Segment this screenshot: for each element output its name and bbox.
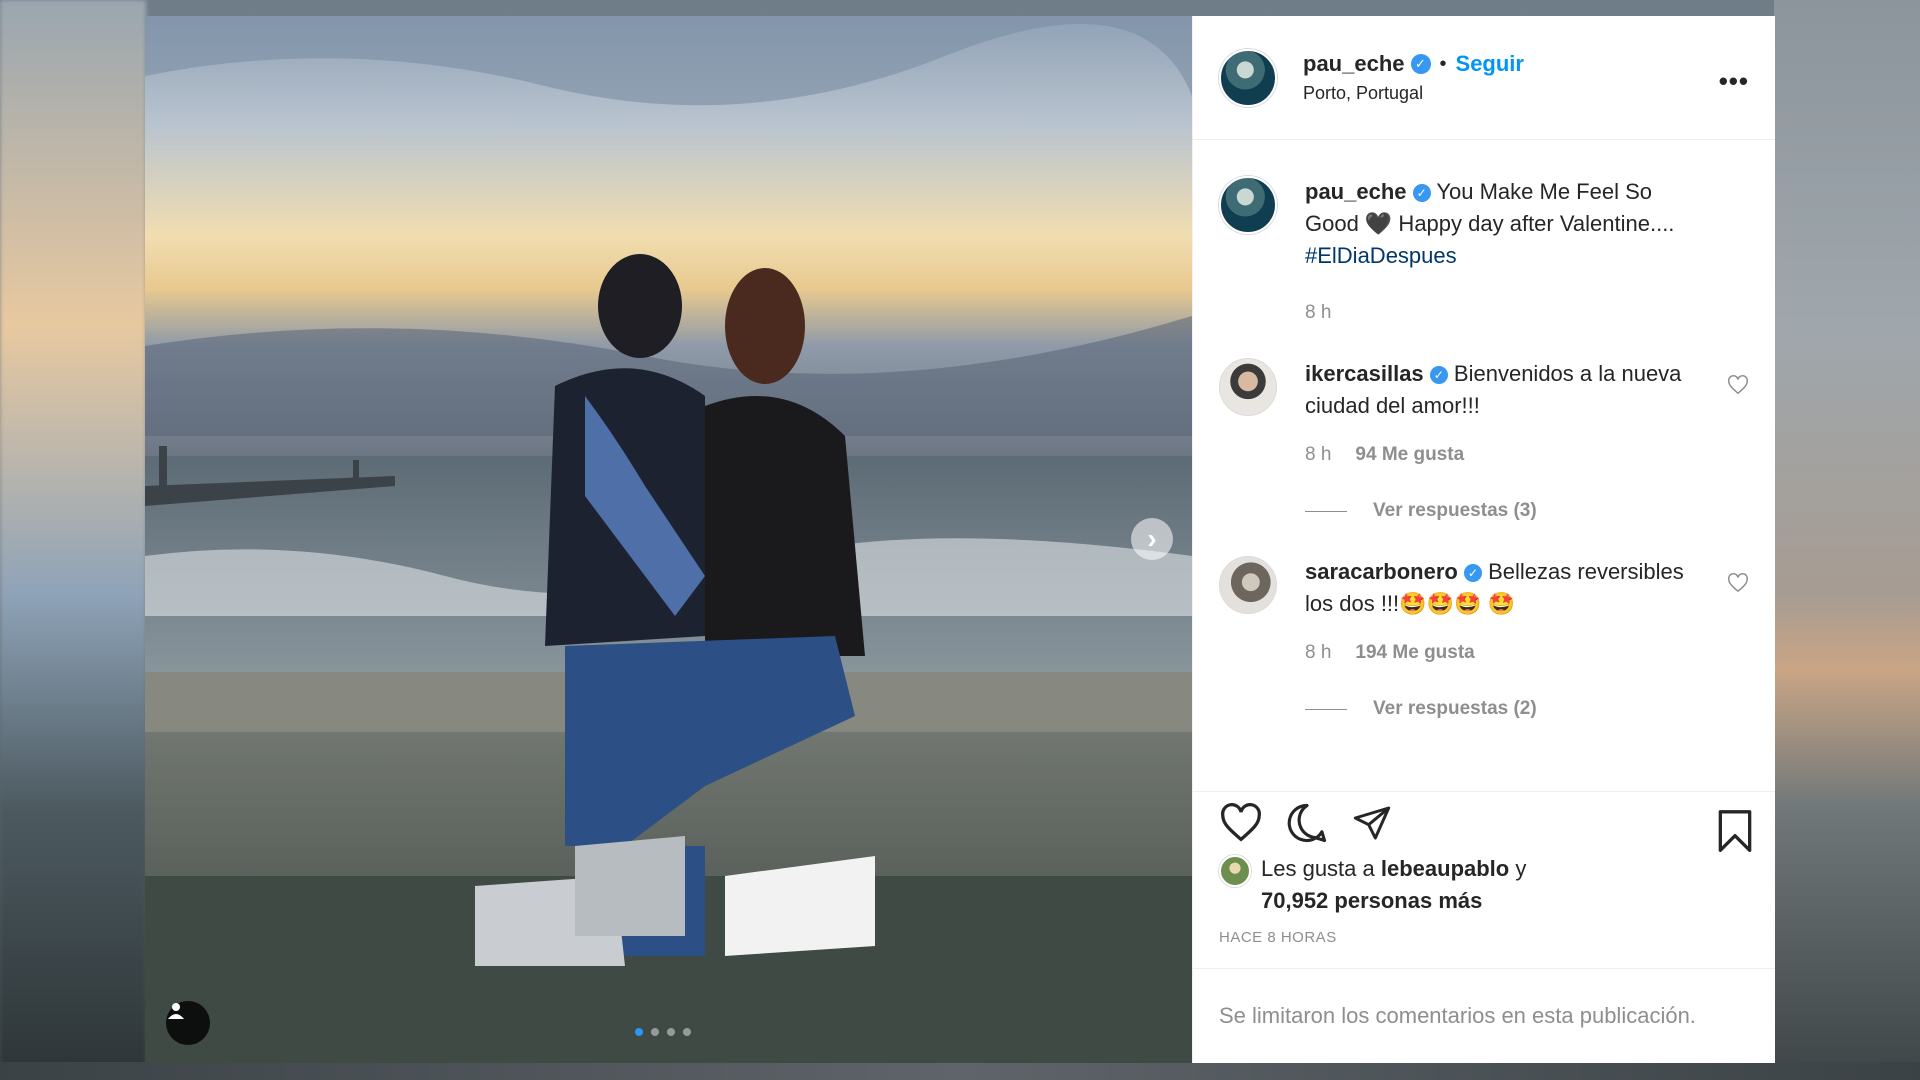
comment-likes[interactable]: 194 Me gusta — [1355, 642, 1474, 664]
replies-line — [1305, 510, 1347, 512]
verified-badge-icon: ✓ — [1410, 54, 1431, 74]
post-photo[interactable]: › — [145, 16, 1192, 1063]
next-photo-button[interactable]: › — [1131, 518, 1173, 560]
bottom-strip — [0, 1062, 1920, 1080]
header-text: pau_eche ✓ • Seguir Porto, Portugal — [1303, 51, 1524, 104]
comment-meta: 8 h 194 Me gusta — [1305, 642, 1705, 664]
replies-line — [1305, 708, 1347, 710]
username-row: pau_eche ✓ • Seguir — [1303, 51, 1524, 77]
avatar[interactable] — [1219, 855, 1251, 887]
heart-icon[interactable] — [1219, 802, 1263, 843]
verified-badge-icon: ✓ — [1412, 184, 1431, 203]
like-comment-heart-icon[interactable] — [1727, 374, 1749, 396]
comments-section: pau_eche ✓ You Make Me Feel So Good 🖤 Ha… — [1193, 140, 1775, 791]
carousel-indicator — [635, 1028, 691, 1036]
caption-meta: 8 h — [1305, 302, 1705, 324]
comment-likes[interactable]: 94 Me gusta — [1355, 444, 1464, 466]
carousel-dot — [667, 1028, 675, 1036]
action-bar — [1193, 791, 1775, 853]
photo-illustration — [145, 16, 1192, 1063]
hashtag-link[interactable]: #ElDiaDespues — [1305, 243, 1457, 268]
comment-meta: 8 h 94 Me gusta — [1305, 444, 1705, 466]
likes-text: Les gusta a lebeaupablo y 70,952 persona… — [1261, 853, 1526, 917]
user-tag-icon — [168, 1003, 184, 1019]
bookmark-icon[interactable] — [1715, 810, 1755, 854]
comment-time[interactable]: 8 h — [1305, 642, 1331, 664]
follow-button[interactable]: Seguir — [1456, 51, 1524, 77]
likes-count-button[interactable]: 70,952 personas más — [1261, 888, 1482, 913]
comment-time[interactable]: 8 h — [1305, 444, 1331, 466]
comment: saracarbonero ✓ Bellezas reversibles los… — [1219, 556, 1749, 720]
view-replies-button[interactable]: Ver respuestas (3) — [1305, 500, 1705, 522]
caption-time[interactable]: 8 h — [1305, 302, 1331, 324]
avatar[interactable] — [1219, 48, 1277, 107]
avatar[interactable] — [1219, 358, 1277, 416]
comment-username[interactable]: ikercasillas — [1305, 361, 1424, 386]
comments-limited-notice: Se limitaron los comentarios en esta pub… — [1219, 1003, 1696, 1028]
caption-body: pau_eche ✓ You Make Me Feel So Good 🖤 Ha… — [1305, 176, 1705, 324]
view-replies-label: Ver respuestas (3) — [1373, 500, 1537, 521]
view-replies-button[interactable]: Ver respuestas (2) — [1305, 698, 1705, 720]
post-timestamp[interactable]: HACE 8 HORAS — [1193, 917, 1775, 969]
caption-username[interactable]: pau_eche — [1305, 179, 1407, 204]
blurred-backdrop-right — [1774, 0, 1920, 1080]
comment-body: saracarbonero ✓ Bellezas reversibles los… — [1305, 556, 1705, 720]
post-header: pau_eche ✓ • Seguir Porto, Portugal ••• — [1193, 16, 1775, 140]
carousel-dot — [635, 1028, 643, 1036]
more-options-icon[interactable]: ••• — [1719, 66, 1749, 97]
user-tags-button[interactable] — [166, 1001, 210, 1045]
liker-username[interactable]: lebeaupablo — [1381, 856, 1509, 881]
likes-summary: Les gusta a lebeaupablo y 70,952 persona… — [1193, 853, 1775, 917]
comment-body: ikercasillas ✓ Bienvenidos a la nueva ci… — [1305, 358, 1705, 522]
like-comment-heart-icon[interactable] — [1727, 572, 1749, 594]
blurred-backdrop-left — [0, 0, 146, 1080]
comment-icon[interactable] — [1285, 802, 1329, 844]
verified-badge-icon: ✓ — [1463, 564, 1482, 583]
comment: ikercasillas ✓ Bienvenidos a la nueva ci… — [1219, 358, 1749, 522]
username-link[interactable]: pau_eche — [1303, 51, 1405, 77]
instagram-post: › pau_eche ✓ • Seguir Porto, Portugal ••… — [145, 16, 1775, 1063]
separator-dot: • — [1439, 52, 1447, 75]
caption: pau_eche ✓ You Make Me Feel So Good 🖤 Ha… — [1219, 176, 1749, 324]
location-link[interactable]: Porto, Portugal — [1303, 83, 1524, 104]
avatar[interactable] — [1219, 176, 1277, 234]
post-side-panel: pau_eche ✓ • Seguir Porto, Portugal ••• … — [1192, 16, 1775, 1063]
likes-prefix: Les gusta a — [1261, 856, 1375, 881]
view-replies-label: Ver respuestas (2) — [1373, 698, 1537, 719]
chevron-right-icon: › — [1147, 523, 1157, 554]
avatar[interactable] — [1219, 556, 1277, 614]
comment-username[interactable]: saracarbonero — [1305, 559, 1458, 584]
likes-joiner: y — [1515, 856, 1527, 881]
verified-badge-icon: ✓ — [1429, 366, 1448, 385]
share-icon[interactable] — [1351, 803, 1393, 843]
carousel-dot — [683, 1028, 691, 1036]
comment-text-block: ikercasillas ✓ Bienvenidos a la nueva ci… — [1305, 358, 1705, 422]
caption-text-block: pau_eche ✓ You Make Me Feel So Good 🖤 Ha… — [1305, 176, 1705, 272]
comment-text-block: saracarbonero ✓ Bellezas reversibles los… — [1305, 556, 1705, 620]
carousel-dot — [651, 1028, 659, 1036]
